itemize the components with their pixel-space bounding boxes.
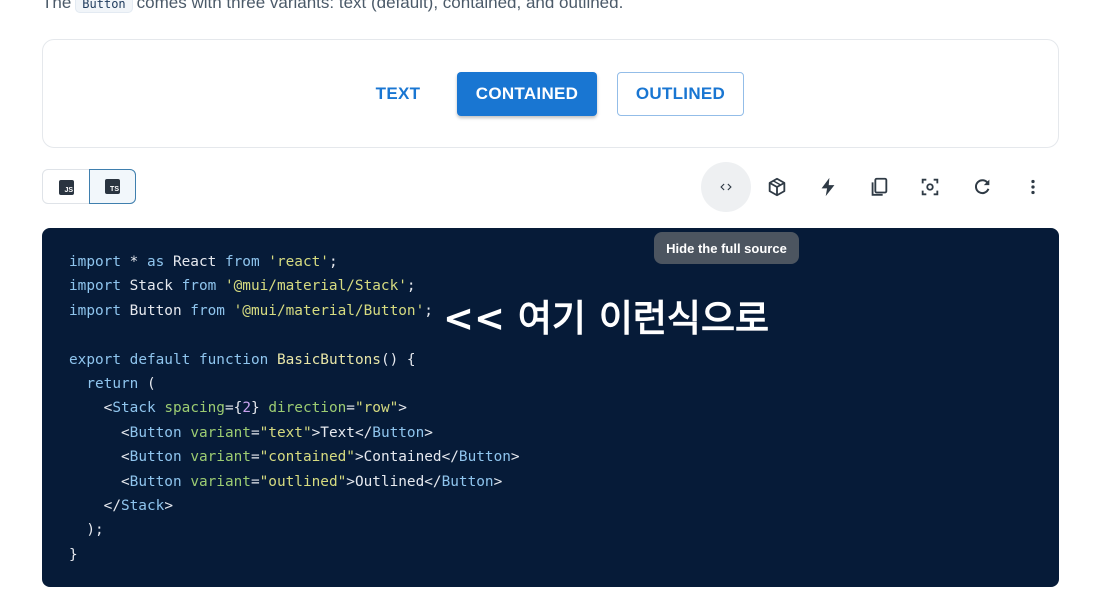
code-line: import Button from '@mui/material/Button… [69, 302, 433, 319]
copy-button[interactable] [854, 162, 904, 212]
code-line: ); [69, 522, 104, 539]
copy-icon [871, 177, 888, 196]
tooltip: Hide the full source [654, 232, 799, 264]
intro-prefix: The [42, 0, 72, 12]
codesandbox-button[interactable] [752, 162, 802, 212]
reset-demo-button[interactable] [957, 162, 1007, 212]
code-line: export default function BasicButtons() { [69, 351, 416, 368]
code-icon [720, 183, 732, 191]
inline-code: Button [75, 0, 133, 13]
code-line: <Button variant="text">Text</Button> [69, 424, 433, 441]
more-vert-icon [1031, 179, 1035, 195]
code-line: import Stack from '@mui/material/Stack'; [69, 278, 416, 295]
toggle-source-button[interactable] [701, 162, 751, 212]
js-toggle-button[interactable]: JS [43, 170, 90, 205]
sandbox-icon [768, 177, 786, 197]
outlined-button[interactable]: OUTLINED [617, 72, 744, 116]
stackblitz-button[interactable] [803, 162, 853, 212]
ts-toggle-button[interactable]: TS [89, 169, 136, 204]
code-line: <Stack spacing={2} direction="row"> [69, 400, 407, 417]
demo-preview: TEXT CONTAINED OUTLINED [42, 39, 1059, 148]
code-line: return ( [86, 376, 156, 393]
intro-text: The Button comes with three variants: text… [42, 0, 623, 13]
intro-suffix: comes with three variants: text (default… [136, 0, 624, 12]
language-toggle: JS TS [42, 169, 136, 204]
refresh-icon [974, 179, 990, 195]
code-line: <Button variant="contained">Contained</B… [69, 449, 520, 466]
code-line: </Stack> [69, 498, 173, 515]
code-line: } [69, 546, 78, 563]
text-button[interactable]: TEXT [364, 72, 432, 116]
typescript-icon: TS [105, 179, 120, 194]
focus-icon [921, 178, 939, 196]
javascript-icon: JS [59, 180, 74, 195]
code-line: <Button variant="outlined">Outlined</But… [69, 473, 503, 490]
lightning-icon [821, 177, 835, 197]
reset-focus-button[interactable] [905, 162, 955, 212]
code-line: import * as React from 'react'; [69, 254, 338, 270]
code-block: import * as React from 'react'; import S… [42, 228, 1059, 587]
annotation-text: << 여기 이런식으로 [443, 297, 770, 340]
more-options-button[interactable] [1008, 162, 1058, 212]
contained-button[interactable]: CONTAINED [457, 72, 597, 116]
